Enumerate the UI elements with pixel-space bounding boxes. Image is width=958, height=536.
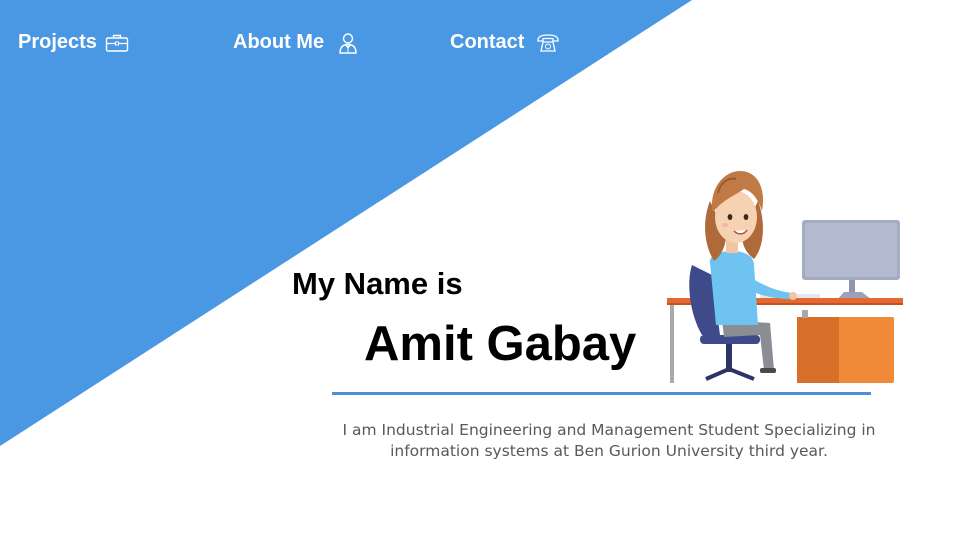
briefcase-icon — [105, 33, 129, 53]
telephone-icon — [536, 33, 560, 53]
nav-contact-label: Contact — [450, 31, 525, 53]
woman-at-desk-illustration — [667, 171, 903, 383]
name-heading: Amit Gabay — [364, 317, 637, 371]
intro-heading: My Name is — [292, 266, 463, 301]
nav-projects-label: Projects — [18, 31, 97, 53]
bio-text: I am Industrial Engineering and Manageme… — [342, 421, 876, 460]
nav-contact-link[interactable]: Contact — [450, 31, 560, 54]
nav-about-label: About Me — [233, 31, 325, 53]
person-icon — [338, 32, 358, 54]
nav-about-link[interactable]: About Me — [233, 31, 358, 54]
divider-line — [332, 392, 871, 395]
nav-projects-link[interactable]: Projects — [18, 31, 129, 54]
